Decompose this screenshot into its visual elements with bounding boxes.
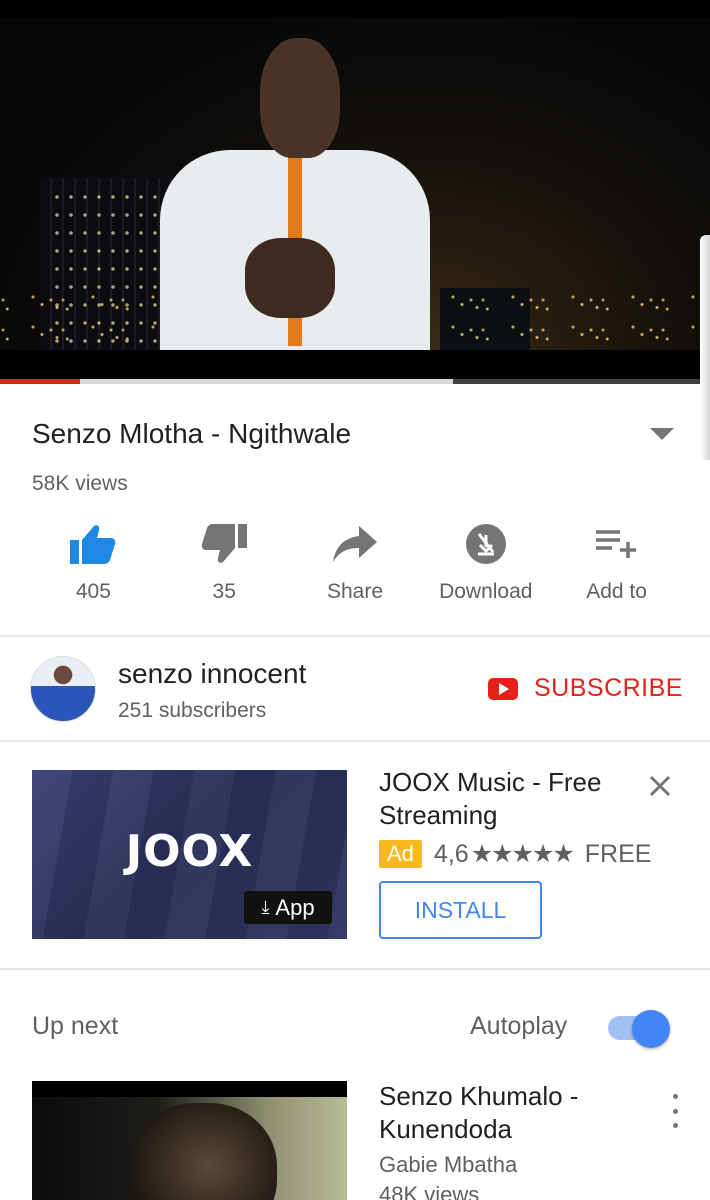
- video-title: Senzo Mlotha - Ngithwale: [32, 418, 352, 449]
- share-icon: [331, 520, 379, 568]
- youtube-play-icon: [488, 677, 518, 700]
- dislike-button[interactable]: 35: [159, 520, 290, 615]
- ad-title[interactable]: JOOX Music - Free Streaming: [379, 766, 639, 832]
- up-next-thumbnail[interactable]: [32, 1081, 347, 1200]
- download-label: Download: [439, 580, 533, 603]
- channel-avatar[interactable]: [30, 656, 96, 722]
- divider: [0, 635, 710, 637]
- chevron-down-icon[interactable]: [650, 428, 674, 440]
- played-bar: [0, 379, 81, 384]
- joox-logo: JOOX: [125, 826, 254, 877]
- star-rating-icon: ★★★★★: [470, 840, 575, 868]
- thumbs-down-icon: [200, 520, 248, 568]
- share-button[interactable]: Share: [290, 520, 421, 615]
- ad-badge: Ad: [379, 840, 422, 868]
- add-to-label: Add to: [586, 580, 647, 603]
- share-label: Share: [326, 580, 384, 603]
- divider: [0, 740, 710, 742]
- up-next-heading: Up next: [32, 1012, 119, 1040]
- download-arrow-icon: ⤓: [261, 897, 270, 917]
- ad-meta: Ad 4,6 ★★★★★ FREE: [379, 838, 651, 870]
- add-to-button[interactable]: Add to: [551, 520, 682, 615]
- autoplay-label: Autoplay: [470, 1012, 568, 1040]
- video-progress-bar[interactable]: [0, 379, 710, 384]
- app-badge: ⤓ App: [244, 891, 332, 924]
- channel-name[interactable]: senzo innocent: [118, 658, 306, 690]
- playlist-add-icon: [593, 520, 641, 568]
- subscriber-count: 251 subscribers: [118, 699, 267, 722]
- like-count: 405: [75, 580, 111, 603]
- subscribe-button[interactable]: SUBSCRIBE: [488, 674, 683, 703]
- video-actions-bar: 405 35 Share Download Add to: [28, 520, 682, 615]
- subscribe-label: SUBSCRIBE: [534, 674, 683, 702]
- download-button[interactable]: Download: [420, 520, 551, 615]
- more-vert-icon[interactable]: [664, 1094, 686, 1128]
- ad-rating: 4,6: [433, 839, 469, 868]
- thumbs-up-icon: [69, 520, 117, 568]
- up-next-title[interactable]: Senzo Khumalo - Kunendoda: [379, 1080, 639, 1146]
- status-bar: [0, 0, 710, 18]
- edge-panel-handle[interactable]: [700, 235, 710, 460]
- close-icon[interactable]: [646, 772, 674, 800]
- video-frame: [0, 18, 710, 355]
- video-performer: [150, 38, 440, 355]
- view-count: 58K views: [32, 472, 128, 495]
- download-disabled-icon: [462, 520, 510, 568]
- divider: [0, 968, 710, 970]
- video-player[interactable]: [0, 18, 710, 380]
- app-badge-label: App: [275, 894, 315, 920]
- up-next-channel: Gabie Mbatha: [379, 1152, 518, 1177]
- up-next-views: 48K views: [379, 1182, 480, 1200]
- ad-price: FREE: [584, 839, 652, 868]
- install-button[interactable]: INSTALL: [379, 881, 542, 939]
- like-button[interactable]: 405: [28, 520, 159, 615]
- dislike-count: 35: [212, 580, 236, 603]
- ad-thumbnail[interactable]: JOOX ⤓ App: [32, 770, 347, 939]
- autoplay-toggle[interactable]: [606, 1010, 670, 1048]
